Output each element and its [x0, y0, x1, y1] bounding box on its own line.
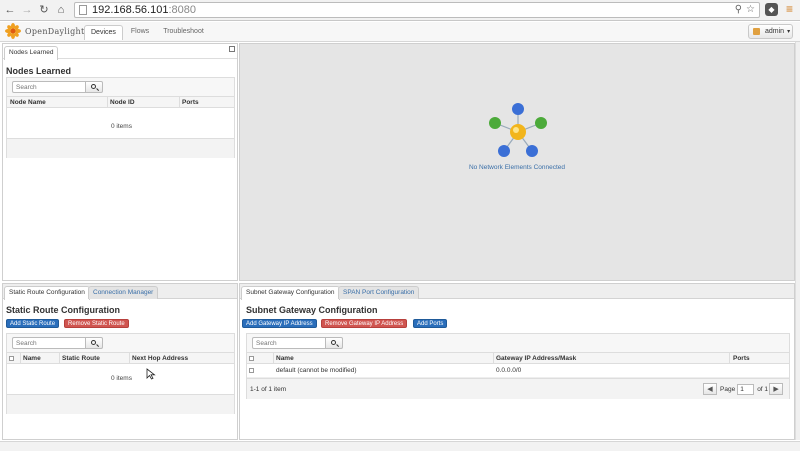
- page-bottom-strip: [0, 441, 800, 451]
- mouse-cursor-icon: [146, 368, 156, 380]
- extension-icon[interactable]: ◆: [765, 3, 778, 16]
- col-ports[interactable]: Ports: [182, 99, 199, 106]
- url-host: 192.168.56.101: [92, 4, 169, 16]
- subnet-search-input[interactable]: [252, 337, 326, 349]
- static-route-title: Static Route Configuration: [6, 305, 120, 315]
- add-gateway-ip-button[interactable]: Add Gateway IP Address: [242, 319, 317, 328]
- popout-icon[interactable]: [229, 46, 235, 52]
- static-route-empty-message: 0 items: [111, 375, 132, 382]
- opendaylight-flower-icon: [5, 23, 21, 39]
- static-route-grid-footer: [7, 394, 234, 414]
- forward-icon[interactable]: →: [20, 3, 34, 17]
- remove-gateway-ip-button[interactable]: Remove Gateway IP Address: [321, 319, 408, 328]
- nodes-search-input[interactable]: [12, 81, 86, 93]
- tab-subnet-gateway-config[interactable]: Subnet Gateway Configuration: [241, 286, 340, 300]
- topology-panel: No Network Elements Connected: [239, 43, 795, 281]
- static-route-panel: Static Route Configuration Connection Ma…: [2, 283, 238, 440]
- tab-devices[interactable]: Devices: [84, 25, 123, 40]
- row-gateway: 0.0.0.0/0: [496, 367, 522, 374]
- url-port: :8080: [168, 4, 196, 16]
- browser-menu-icon[interactable]: ≡: [783, 3, 796, 16]
- subnet-gateway-title: Subnet Gateway Configuration: [246, 305, 378, 315]
- bookmark-star-icon[interactable]: ☆: [746, 4, 755, 15]
- col-gateway-ip[interactable]: Gateway IP Address/Mask: [496, 355, 576, 362]
- subnet-table: Name Gateway IP Address/Mask Ports defau…: [247, 352, 789, 399]
- subnet-grid: Name Gateway IP Address/Mask Ports defau…: [246, 333, 790, 399]
- nodes-learned-panel: Nodes Learned Nodes Learned Node Name No…: [2, 43, 238, 281]
- col-node-id[interactable]: Node ID: [110, 99, 135, 106]
- static-route-table-header: Name Static Route Next Hop Address: [7, 353, 234, 364]
- col-name[interactable]: Name: [276, 355, 294, 362]
- col-ports[interactable]: Ports: [733, 355, 750, 362]
- subnet-item-count: 1-1 of 1 item: [250, 386, 287, 393]
- remove-static-route-button[interactable]: Remove Static Route: [64, 319, 129, 328]
- tab-nodes-learned[interactable]: Nodes Learned: [4, 46, 59, 60]
- search-icon: [91, 84, 96, 89]
- col-node-name[interactable]: Node Name: [10, 99, 46, 106]
- panel-tabbar: Static Route Configuration Connection Ma…: [3, 284, 237, 300]
- nodes-search-button[interactable]: [86, 81, 103, 93]
- next-arrow-icon: ▶: [773, 386, 779, 393]
- row-checkbox[interactable]: [249, 368, 254, 373]
- subnet-search-button[interactable]: [326, 337, 343, 349]
- prev-arrow-icon: ◀: [707, 386, 713, 393]
- nodes-learned-title: Nodes Learned: [6, 66, 72, 76]
- panel-tabbar: Nodes Learned: [3, 44, 237, 60]
- select-all-checkbox[interactable]: [249, 356, 254, 361]
- subnet-table-header: Name Gateway IP Address/Mask Ports: [247, 353, 789, 364]
- nodes-grid: Node Name Node ID Ports 0 items: [6, 77, 235, 158]
- main-nav: Devices Flows Troubleshoot: [84, 25, 212, 40]
- search-icon: [91, 340, 96, 345]
- page-icon: [79, 5, 87, 15]
- static-route-search-button[interactable]: [86, 337, 103, 349]
- col-next-hop[interactable]: Next Hop Address: [132, 355, 188, 362]
- nodes-table-header: Node Name Node ID Ports: [7, 97, 234, 108]
- caret-down-icon: ▾: [787, 29, 791, 35]
- logo: OpenDaylight: [5, 23, 84, 39]
- next-page-button[interactable]: ▶: [769, 383, 784, 395]
- add-static-route-button[interactable]: Add Static Route: [6, 319, 60, 328]
- page-scrollbar[interactable]: [795, 42, 800, 440]
- static-route-grid: Name Static Route Next Hop Address 0 ite…: [6, 333, 235, 414]
- user-menu-label: admin: [765, 28, 785, 35]
- subnet-pager: ◀ Page 1 of 1 ▶: [703, 383, 784, 395]
- reload-icon[interactable]: ↻: [37, 3, 51, 17]
- logo-text: OpenDaylight: [25, 26, 85, 36]
- nodes-grid-footer: [7, 138, 234, 158]
- page-label: Page: [720, 385, 736, 393]
- static-route-table: Name Static Route Next Hop Address 0 ite…: [7, 352, 234, 414]
- user-menu-button[interactable]: admin ▾: [748, 24, 793, 39]
- tab-span-port-config[interactable]: SPAN Port Configuration: [338, 286, 420, 299]
- address-bar[interactable]: 192.168.56.101:8080 ⚲ ☆: [74, 2, 760, 18]
- network-topology-icon: [489, 103, 547, 157]
- subnet-grid-footer: 1-1 of 1 item ◀ Page 1 of 1 ▶: [247, 378, 789, 399]
- tab-connection-manager[interactable]: Connection Manager: [88, 286, 159, 299]
- search-icon: [331, 340, 336, 345]
- app-header: OpenDaylight Devices Flows Troubleshoot …: [0, 22, 800, 42]
- row-name: default (cannot be modified): [276, 367, 357, 374]
- panel-tabbar: Subnet Gateway Configuration SPAN Port C…: [240, 284, 794, 300]
- col-static-route[interactable]: Static Route: [62, 355, 100, 362]
- zoom-search-icon[interactable]: ⚲: [735, 4, 742, 15]
- table-row[interactable]: default (cannot be modified) 0.0.0.0/0: [247, 364, 789, 378]
- user-icon: [753, 28, 760, 35]
- tab-flows[interactable]: Flows: [125, 25, 155, 40]
- col-name[interactable]: Name: [23, 355, 41, 362]
- static-route-search-input[interactable]: [12, 337, 86, 349]
- back-icon[interactable]: ←: [3, 3, 17, 17]
- tab-static-route-config[interactable]: Static Route Configuration: [4, 286, 90, 300]
- home-icon[interactable]: ⌂: [54, 3, 68, 17]
- page-number-input[interactable]: 1: [737, 383, 755, 395]
- select-all-checkbox[interactable]: [9, 356, 14, 361]
- nodes-table: Node Name Node ID Ports 0 items: [7, 96, 234, 158]
- nodes-empty-message: 0 items: [111, 123, 132, 130]
- prev-page-button[interactable]: ◀: [703, 383, 717, 395]
- subnet-gateway-panel: Subnet Gateway Configuration SPAN Port C…: [239, 283, 795, 440]
- topology-empty-message: No Network Elements Connected: [468, 164, 566, 171]
- page-of-label: of 1: [757, 385, 769, 393]
- add-ports-button[interactable]: Add Ports: [413, 319, 448, 328]
- tab-troubleshoot[interactable]: Troubleshoot: [157, 25, 210, 40]
- browser-toolbar: ← → ↻ ⌂ 192.168.56.101:8080 ⚲ ☆ ◆ ≡: [0, 0, 800, 21]
